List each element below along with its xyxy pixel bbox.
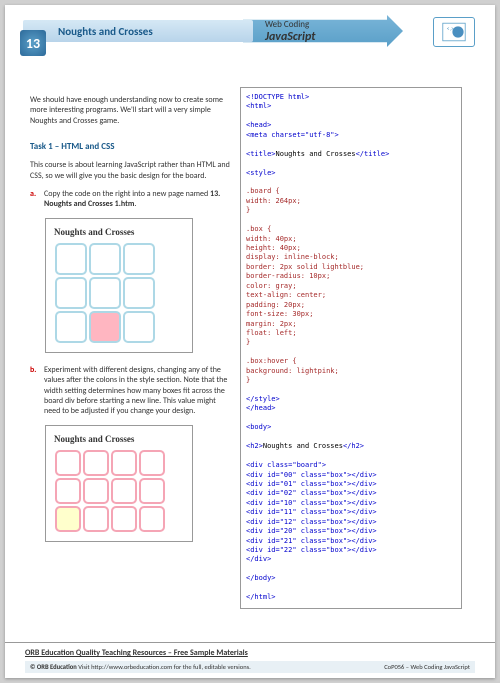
grid-cell: [89, 277, 121, 309]
grid-title-2: Noughts and Crosses: [54, 434, 184, 444]
grid-cell: [111, 478, 137, 504]
step-a-letter: a.: [30, 189, 44, 210]
task-heading: Task 1 – HTML and CSS: [30, 141, 230, 152]
grid-cell: [123, 311, 155, 343]
logo-icon: <.>: [433, 17, 475, 47]
grid-cell: [55, 311, 87, 343]
grid-title-1: Noughts and Crosses: [54, 227, 184, 237]
grid-board-1: [54, 242, 174, 344]
grid-cell-hover: [55, 506, 81, 532]
lesson-number: 13: [20, 30, 46, 56]
footer-title: ORB Education Quality Teaching Resources…: [25, 648, 475, 658]
grid-cell-hover: [89, 311, 121, 343]
title-banner: Noughts and Crosses: [23, 20, 253, 42]
grid-cell: [55, 243, 87, 275]
page-title: Noughts and Crosses: [58, 25, 153, 38]
grid-cell: [83, 478, 109, 504]
left-column: We should have enough understanding now …: [30, 87, 230, 609]
step-b-letter: b.: [30, 365, 44, 417]
footer-right: CoP056 – Web Coding JavaScript: [384, 663, 470, 671]
grid-cell: [139, 478, 165, 504]
grid-cell: [55, 478, 81, 504]
grid-cell: [89, 243, 121, 275]
footer: ORB Education Quality Teaching Resources…: [5, 642, 495, 678]
grid-cell: [123, 243, 155, 275]
intro-text: We should have enough understanding now …: [30, 95, 230, 126]
grid-demo-2: Noughts and Crosses: [45, 425, 193, 542]
grid-cell: [55, 277, 87, 309]
step-a-text: Copy the code on the right into a new pa…: [44, 189, 230, 210]
step-b: b. Experiment with different designs, ch…: [30, 365, 230, 417]
grid-board-2: [54, 449, 174, 533]
footer-left: © ORB Education Visit http://www.orbeduc…: [30, 663, 251, 671]
code-panel: <!DOCTYPE html><html> <head><meta charse…: [240, 87, 462, 609]
grid-cell: [123, 277, 155, 309]
grid-cell: [111, 506, 137, 532]
content: We should have enough understanding now …: [5, 72, 495, 609]
grid-cell: [83, 450, 109, 476]
task-intro: This course is about learning JavaScript…: [30, 160, 230, 181]
grid-cell: [83, 506, 109, 532]
page: Web CodingJavaScript Noughts and Crosses…: [5, 5, 495, 678]
step-a: a. Copy the code on the right into a new…: [30, 189, 230, 210]
step-b-text: Experiment with different designs, chang…: [44, 365, 230, 417]
grid-cell: [111, 450, 137, 476]
grid-cell: [139, 450, 165, 476]
arrow-text: Web CodingJavaScript: [265, 19, 315, 44]
grid-cell: [139, 506, 165, 532]
header: Web CodingJavaScript Noughts and Crosses…: [5, 5, 495, 72]
footer-bar: © ORB Education Visit http://www.orbeduc…: [25, 661, 475, 673]
grid-demo-1: Noughts and Crosses: [45, 218, 193, 353]
svg-text:<.>: <.>: [447, 25, 454, 32]
grid-cell: [55, 450, 81, 476]
